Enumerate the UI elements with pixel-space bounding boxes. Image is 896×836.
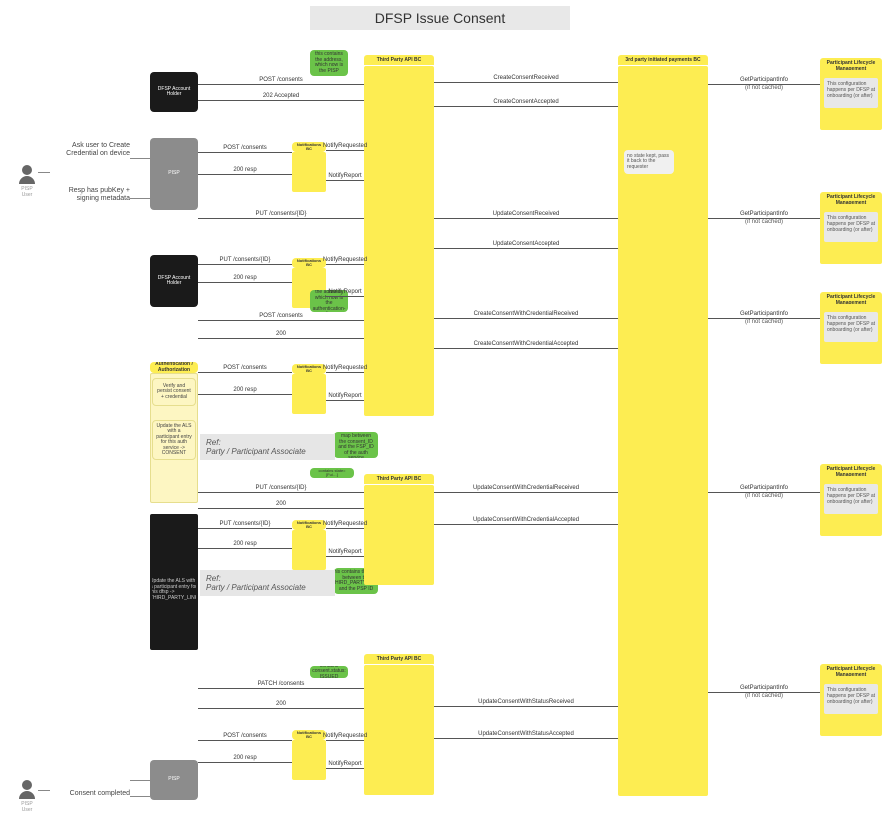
participant-pisp-bottom: PISP	[150, 760, 198, 800]
connector	[130, 158, 150, 159]
msg-notify-report-2: NotifyReport	[326, 296, 364, 297]
note-create-credential: Ask user to Create Credential on device	[50, 142, 130, 159]
msg-notify-report-5: NotifyReport	[326, 768, 364, 769]
connector	[130, 796, 150, 797]
msg-notify-requested-5: NotifyRequested	[326, 740, 364, 741]
note-dfsp-als: Update the ALS with a participant entry …	[152, 570, 196, 610]
connector	[130, 198, 150, 199]
lifecycle-note-1: This configuration happens per DFSP at o…	[824, 78, 878, 108]
notif-bar-1	[292, 152, 326, 192]
lane-third-party-api-3: Third Party API BC	[364, 654, 434, 664]
notif-bar-4	[292, 530, 326, 570]
notifications-bc-5: Notifications BC	[292, 730, 326, 740]
msg-update-cred-acc: UpdateConsentWithCredentialAccepted	[434, 524, 618, 525]
connector	[38, 790, 50, 791]
msg-put-consents-1: PUT /consents/{ID}	[198, 218, 364, 219]
actor-user-top: PISP User	[18, 165, 36, 198]
note-auth-als: Update the ALS with a participant entry …	[152, 420, 196, 460]
lifecycle-note-3: This configuration happens per DFSP at o…	[824, 312, 878, 342]
msg-patch-consents: PATCH /consents	[198, 688, 364, 689]
msg-notify-report-4: NotifyReport	[326, 556, 364, 557]
notifications-bc-3: Notifications BC	[292, 364, 326, 374]
msg-200-1: 200	[198, 338, 364, 339]
note-green-3: this contains the map between the consen…	[334, 432, 378, 458]
note-consent-done: Consent completed	[50, 790, 130, 798]
diagram-title: DFSP Issue Consent	[310, 6, 570, 30]
msg-post-consents-2: POST /consents	[198, 152, 292, 153]
msg-get-participant-1: GetParticipantInfo(if not cached)	[708, 84, 820, 85]
msg-create-consent-acc: CreateConsentAccepted	[434, 106, 618, 107]
msg-get-participant-4: GetParticipantInfo(if not cached)	[708, 492, 820, 493]
msg-notify-report-1: NotifyReport	[326, 180, 364, 181]
msg-notify-report-3: NotifyReport	[326, 400, 364, 401]
note-tpp-nostate: no state kept, pass it back to the reque…	[624, 150, 674, 174]
third-party-api-bar-1	[364, 66, 434, 416]
notifications-bc-2: Notifications BC	[292, 258, 326, 268]
notifications-bc-4: Notifications BC	[292, 520, 326, 530]
msg-notify-requested-1: NotifyRequested	[326, 150, 364, 151]
msg-notify-requested-3: NotifyRequested	[326, 372, 364, 373]
msg-put-consents-3: PUT /consents/{ID}	[198, 492, 364, 493]
participant-pisp: PISP	[150, 138, 198, 210]
msg-get-participant-2: GetParticipantInfo(if not cached)	[708, 218, 820, 219]
msg-notify-requested-2: NotifyRequested	[326, 264, 364, 265]
msg-create-cred-recv: CreateConsentWithCredentialReceived	[434, 318, 618, 319]
lifecycle-note-5: This configuration happens per DFSP at o…	[824, 684, 878, 714]
third-party-payments-bar	[618, 66, 708, 796]
actor-user-bottom: PISP User	[18, 780, 36, 813]
msg-update-status-recv: UpdateConsentWithStatusReceived	[434, 706, 618, 707]
notifications-bc-1: Notifications BC	[292, 142, 326, 152]
msg-create-cred-acc: CreateConsentWithCredentialAccepted	[434, 348, 618, 349]
notif-bar-3	[292, 374, 326, 414]
msg-update-cred-recv: UpdateConsentWithCredentialReceived	[434, 492, 618, 493]
msg-get-participant-5: GetParticipantInfo(if not cached)	[708, 692, 820, 693]
msg-put-consents-4: PUT /consents/{ID}	[198, 528, 292, 529]
msg-post-consents-3: POST /consents	[198, 320, 364, 321]
msg-200-3: 200	[198, 708, 364, 709]
note-green-1: this contains the address, which now is …	[310, 50, 348, 76]
msg-post-consents-4: POST /consents	[198, 372, 292, 373]
msg-200-resp-3: 200 resp	[198, 394, 292, 395]
msg-200-resp-5: 200 resp	[198, 762, 292, 763]
notif-bar-5	[292, 740, 326, 780]
lane-third-party-api-1: Third Party API BC	[364, 55, 434, 65]
connector	[130, 780, 150, 781]
note-auth-verify: Verify and persist consent + credential	[152, 378, 196, 406]
connector	[38, 172, 50, 173]
note-green-6: contains consent.status: ISSUED	[310, 666, 348, 678]
third-party-api-bar-2	[364, 485, 434, 585]
msg-create-consent-recv: CreateConsentReceived	[434, 82, 618, 83]
ref-party-participant-2: Ref: Party / Participant Associate	[200, 570, 335, 596]
lifecycle-note-4: This configuration happens per DFSP at o…	[824, 484, 878, 514]
lane-third-party-payments: 3rd party initiated payments BC	[618, 55, 708, 65]
msg-update-consent-recv: UpdateConsentReceived	[434, 218, 618, 219]
third-party-api-bar-3	[364, 665, 434, 795]
lifecycle-note-2: This configuration happens per DFSP at o…	[824, 212, 878, 242]
msg-202-accepted: 202 Accepted	[198, 100, 364, 101]
msg-update-status-acc: UpdateConsentWithStatusAccepted	[434, 738, 618, 739]
msg-update-consent-acc: UpdateConsentAccepted	[434, 248, 618, 249]
msg-200-resp-2: 200 resp	[198, 282, 292, 283]
note-resp-pubkey: Resp has pubKey + signing metadata	[50, 187, 130, 204]
msg-get-participant-3: GetParticipantInfo(if not cached)	[708, 318, 820, 319]
msg-post-consents-1: POST /consents	[198, 84, 364, 85]
participant-dfsp-holder-2: DFSP Account Holder	[150, 255, 198, 307]
msg-200-resp-1: 200 resp	[198, 174, 292, 175]
msg-notify-requested-4: NotifyRequested	[326, 528, 364, 529]
msg-put-consents-2: PUT /consents/{ID}	[198, 264, 292, 265]
participant-auth-header: Authentication / Authorization	[150, 362, 198, 373]
actor-label: PISP User	[18, 801, 36, 813]
msg-post-consents-5: POST /consents	[198, 740, 292, 741]
participant-dfsp-holder-1: DFSP Account Holder	[150, 72, 198, 112]
lane-third-party-api-2: Third Party API BC	[364, 474, 434, 484]
ref-party-participant-1: Ref: Party / Participant Associate	[200, 434, 335, 460]
msg-200-2: 200	[198, 508, 364, 509]
msg-200-resp-4: 200 resp	[198, 548, 292, 549]
actor-label: PISP User	[18, 186, 36, 198]
note-green-5: contains state=[Ful…]	[310, 468, 354, 478]
